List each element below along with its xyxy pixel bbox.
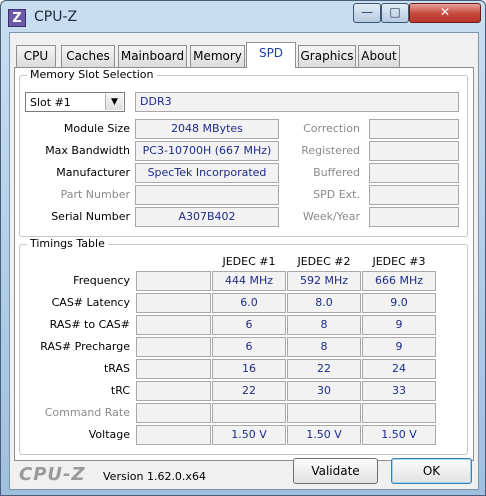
title-bar[interactable]: Z CPU-Z — □ ✕ (1, 1, 485, 33)
frequency-jedec1: 444 MHz (212, 271, 286, 291)
frequency-jedec2: 592 MHz (287, 271, 361, 291)
tras-label: tRAS (103, 362, 130, 375)
memory-slot-group: Memory Slot Selection Slot #1 ▼ DDR3 Mod… (19, 68, 468, 237)
spd-ext-label: SPD Ext. (313, 188, 360, 201)
tab-about[interactable]: About (358, 45, 400, 67)
cpuz-app-icon: Z (8, 9, 26, 27)
voltage-jedec3: 1.50 V (362, 425, 436, 445)
tras-jedec2: 22 (287, 359, 361, 379)
spd-ext-value (369, 185, 459, 205)
tab-graphics[interactable]: Graphics (298, 45, 356, 67)
command-rate-jedec1 (212, 403, 286, 423)
ras-precharge-xmp-cell (136, 337, 211, 357)
trc-jedec2: 30 (287, 381, 361, 401)
cas-latency-jedec3: 9.0 (362, 293, 436, 313)
buffered-value (369, 163, 459, 183)
cas-latency-xmp-cell (136, 293, 211, 313)
command-rate-label: Command Rate (44, 406, 130, 419)
trc-xmp-cell (136, 381, 211, 401)
frequency-jedec3: 666 MHz (362, 271, 436, 291)
cas-latency-jedec1: 6.0 (212, 293, 286, 313)
ras-precharge-label: RAS# Precharge (40, 340, 130, 353)
voltage-label: Voltage (88, 428, 130, 441)
memory-type-field: DDR3 (135, 92, 459, 112)
spd-panel: Memory Slot Selection Slot #1 ▼ DDR3 Mod… (14, 67, 474, 461)
week-year-label: Week/Year (302, 210, 360, 223)
memory-slot-legend: Memory Slot Selection (27, 68, 157, 81)
registered-value (369, 141, 459, 161)
correction-label: Correction (303, 122, 360, 135)
client-area: CPU Caches Mainboard Memory SPD Graphics… (9, 32, 479, 490)
ras-to-cas-label: RAS# to CAS# (49, 318, 130, 331)
trc-jedec3: 33 (362, 381, 436, 401)
max-bandwidth-label: Max Bandwidth (45, 144, 130, 157)
voltage-jedec2: 1.50 V (287, 425, 361, 445)
validate-button[interactable]: Validate (293, 458, 378, 484)
jedec2-header: JEDEC #2 (297, 255, 351, 268)
command-rate-jedec2 (287, 403, 361, 423)
buffered-label: Buffered (313, 166, 360, 179)
cas-latency-label: CAS# Latency (51, 296, 130, 309)
week-year-value (369, 207, 459, 227)
registered-label: Registered (301, 144, 360, 157)
cpuz-window: Z CPU-Z — □ ✕ CPU Caches Mainboard Memor… (0, 0, 486, 496)
ras-precharge-jedec2: 8 (287, 337, 361, 357)
cpuz-footer-logo: CPU-Z (19, 464, 86, 485)
tab-spd[interactable]: SPD (246, 42, 296, 68)
tras-xmp-cell (136, 359, 211, 379)
slot-select-value: Slot #1 (30, 96, 71, 109)
voltage-xmp-cell (136, 425, 211, 445)
ras-to-cas-jedec1: 6 (212, 315, 286, 335)
manufacturer-label: Manufacturer (56, 166, 130, 179)
timings-group: Timings Table JEDEC #1 JEDEC #2 JEDEC #3… (19, 237, 468, 455)
slot-select[interactable]: Slot #1 ▼ (25, 92, 125, 112)
tras-jedec1: 16 (212, 359, 286, 379)
tab-memory[interactable]: Memory (190, 45, 245, 67)
jedec1-header: JEDEC #1 (222, 255, 276, 268)
ras-precharge-jedec1: 6 (212, 337, 286, 357)
chevron-down-icon[interactable]: ▼ (105, 94, 123, 110)
part-number-label: Part Number (60, 188, 130, 201)
minimize-button[interactable]: — (353, 3, 381, 23)
frequency-xmp-cell (136, 271, 211, 291)
tab-caches[interactable]: Caches (61, 45, 115, 67)
tab-mainboard[interactable]: Mainboard (118, 45, 187, 67)
ras-to-cas-jedec3: 9 (362, 315, 436, 335)
close-button[interactable]: ✕ (409, 3, 481, 23)
jedec3-header: JEDEC #3 (372, 255, 426, 268)
frequency-label: Frequency (73, 274, 130, 287)
trc-label: tRC (110, 384, 130, 397)
module-size-label: Module Size (63, 122, 130, 135)
voltage-jedec1: 1.50 V (212, 425, 286, 445)
command-rate-xmp-cell (136, 403, 211, 423)
window-title: CPU-Z (34, 9, 78, 25)
command-rate-jedec3 (362, 403, 436, 423)
ras-to-cas-jedec2: 8 (287, 315, 361, 335)
ras-precharge-jedec3: 9 (362, 337, 436, 357)
tab-cpu[interactable]: CPU (16, 45, 56, 67)
tras-jedec3: 24 (362, 359, 436, 379)
correction-value (369, 119, 459, 139)
cas-latency-jedec2: 8.0 (287, 293, 361, 313)
ras-to-cas-xmp-cell (136, 315, 211, 335)
serial-number-label: Serial Number (51, 210, 130, 223)
trc-jedec1: 22 (212, 381, 286, 401)
ok-button[interactable]: OK (391, 458, 472, 484)
maximize-button[interactable]: □ (381, 3, 409, 23)
version-text: Version 1.62.0.x64 (103, 470, 206, 483)
timings-legend: Timings Table (27, 237, 108, 250)
